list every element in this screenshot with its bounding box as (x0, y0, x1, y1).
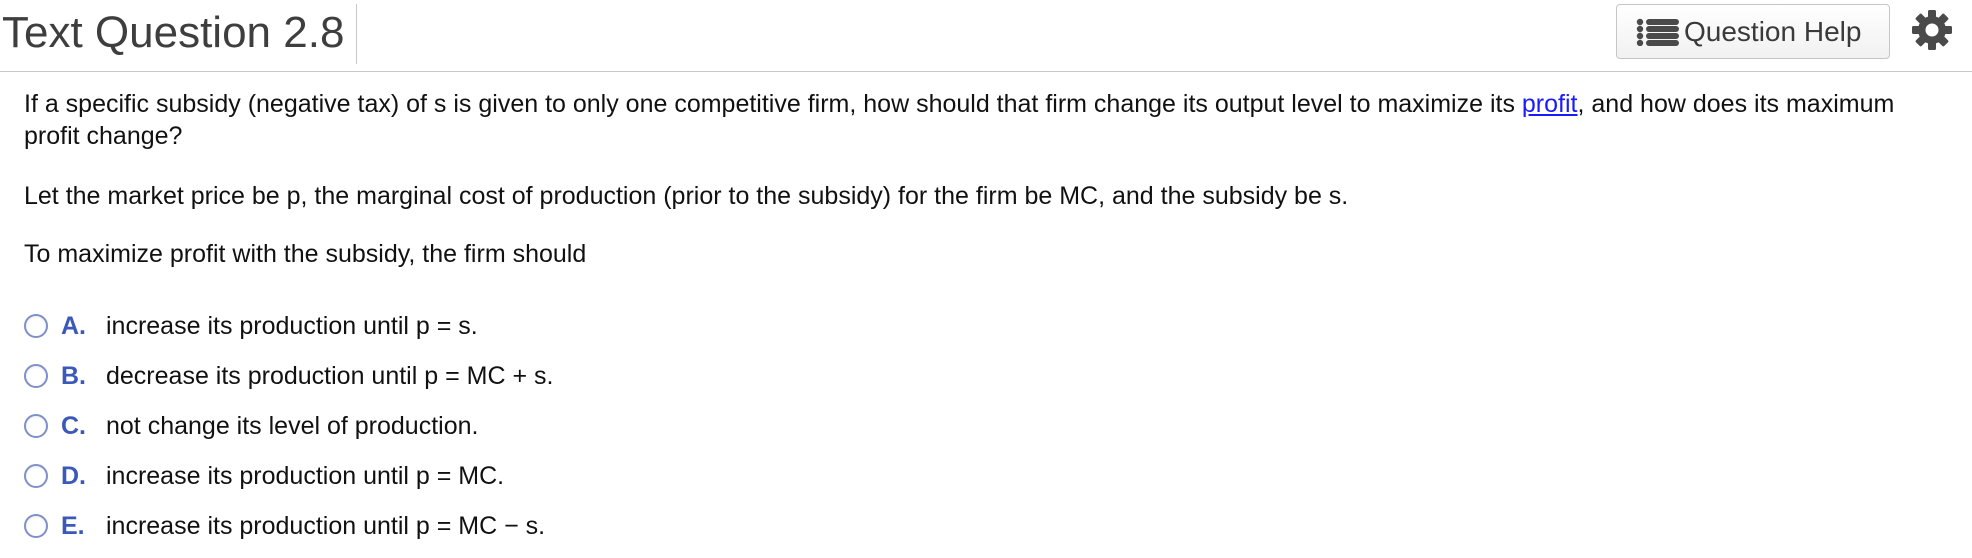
question-paragraph-1: If a specific subsidy (negative tax) of … (24, 88, 1924, 152)
option-text-c: not change its level of production. (106, 411, 479, 440)
page-title: Text Question 2.8 (2, 4, 358, 64)
option-letter-b: B. (61, 361, 86, 390)
profit-link[interactable]: profit (1522, 90, 1578, 118)
question-header: Text Question 2.8 Question Help (0, 0, 1972, 72)
question-help-label: Question Help (1684, 15, 1862, 47)
question-paragraph-2: Let the market price be p, the marginal … (24, 182, 1349, 210)
question-prompt: To maximize profit with the subsidy, the… (24, 240, 587, 268)
answer-option-b[interactable]: B. decrease its production until p = MC … (24, 356, 553, 396)
gear-icon[interactable] (1911, 9, 1953, 51)
radio-button-c[interactable] (24, 414, 48, 438)
option-letter-e: E. (61, 511, 85, 540)
option-letter-d: D. (61, 461, 86, 490)
answer-option-d[interactable]: D. increase its production until p = MC. (24, 456, 504, 496)
radio-button-b[interactable] (24, 364, 48, 388)
option-text-e: increase its production until p = MC − s… (106, 511, 546, 540)
question-help-button[interactable]: Question Help (1616, 4, 1890, 59)
list-icon (1636, 18, 1679, 46)
radio-button-d[interactable] (24, 464, 48, 488)
radio-button-e[interactable] (24, 514, 48, 538)
radio-button-a[interactable] (24, 314, 48, 338)
answer-option-e[interactable]: E. increase its production until p = MC … (24, 506, 545, 546)
option-text-a: increase its production until p = s. (106, 311, 478, 340)
answer-option-c[interactable]: C. not change its level of production. (24, 406, 478, 446)
option-text-d: increase its production until p = MC. (106, 461, 505, 490)
option-letter-a: A. (61, 311, 86, 340)
option-letter-c: C. (61, 411, 86, 440)
question-text-before-link: If a specific subsidy (negative tax) of … (24, 90, 1522, 118)
answer-option-a[interactable]: A. increase its production until p = s. (24, 306, 478, 346)
option-text-b: decrease its production until p = MC + s… (106, 361, 554, 390)
